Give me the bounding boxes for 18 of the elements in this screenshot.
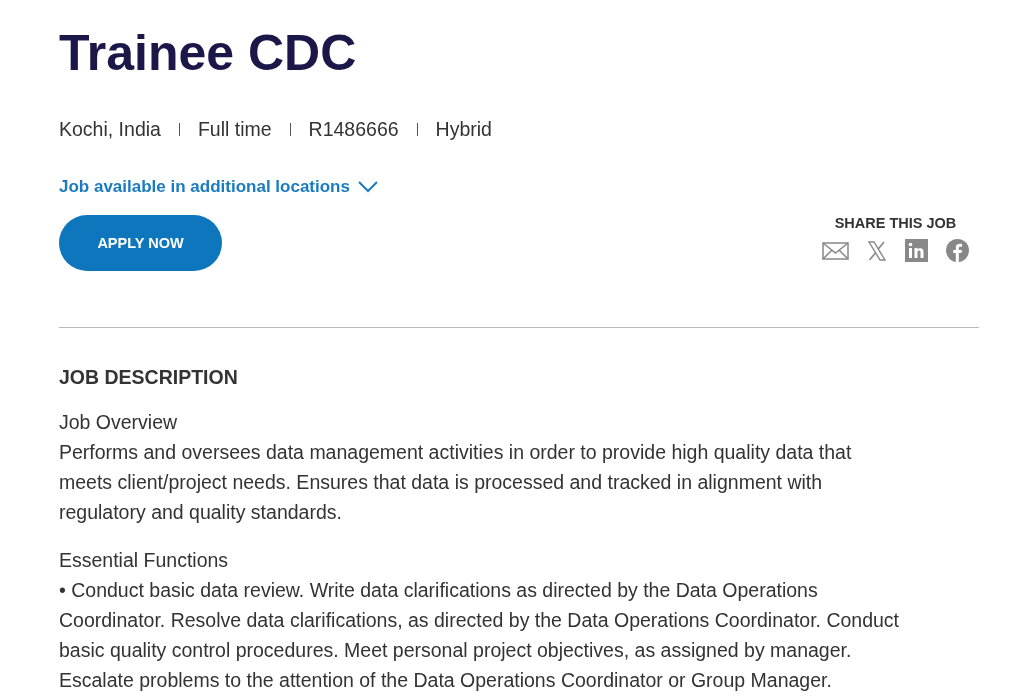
paragraph: Performs and oversees data management activities in order to provide high quality data that meets client/project needs. Ensures that data is processed and tracked in alignment with regulatory and quality standards.: [59, 440, 853, 525]
job-meta: R1486666: [308, 118, 399, 141]
linkedin-icon[interactable]: [905, 239, 928, 262]
section-heading: JOB DESCRIPTION: [59, 366, 239, 389]
job-meta: Hybrid: [435, 118, 492, 141]
apply-now-button[interactable]: APPLY NOW: [59, 215, 222, 271]
subsection-title: Job Overview: [59, 410, 179, 435]
job-title: Trainee CDC: [59, 24, 358, 83]
subsection-title: Essential Functions: [59, 548, 230, 573]
x-logo-icon[interactable]: [867, 240, 887, 261]
paragraph: • Conduct basic data review. Write data clarifications as directed by the Data Operations Coordinator. Resolve data clarifications, as directed by the Data Operations Coordinator. Conduct basic quality control procedures. Meet personal project objectives, as assigned by manager. Escalate problems to the attention of the Data Operations Coordinator or Group Manager.: [59, 578, 901, 693]
job-meta: Full time: [197, 118, 272, 141]
facebook-icon[interactable]: [946, 239, 969, 262]
email-icon[interactable]: [822, 241, 849, 260]
additional-locations-link[interactable]: Job available in additional locations: [59, 177, 378, 197]
job-meta: Kochi, India: [59, 118, 161, 141]
share-heading: SHARE THIS JOB: [834, 215, 957, 231]
chevron-icon: [357, 181, 378, 193]
